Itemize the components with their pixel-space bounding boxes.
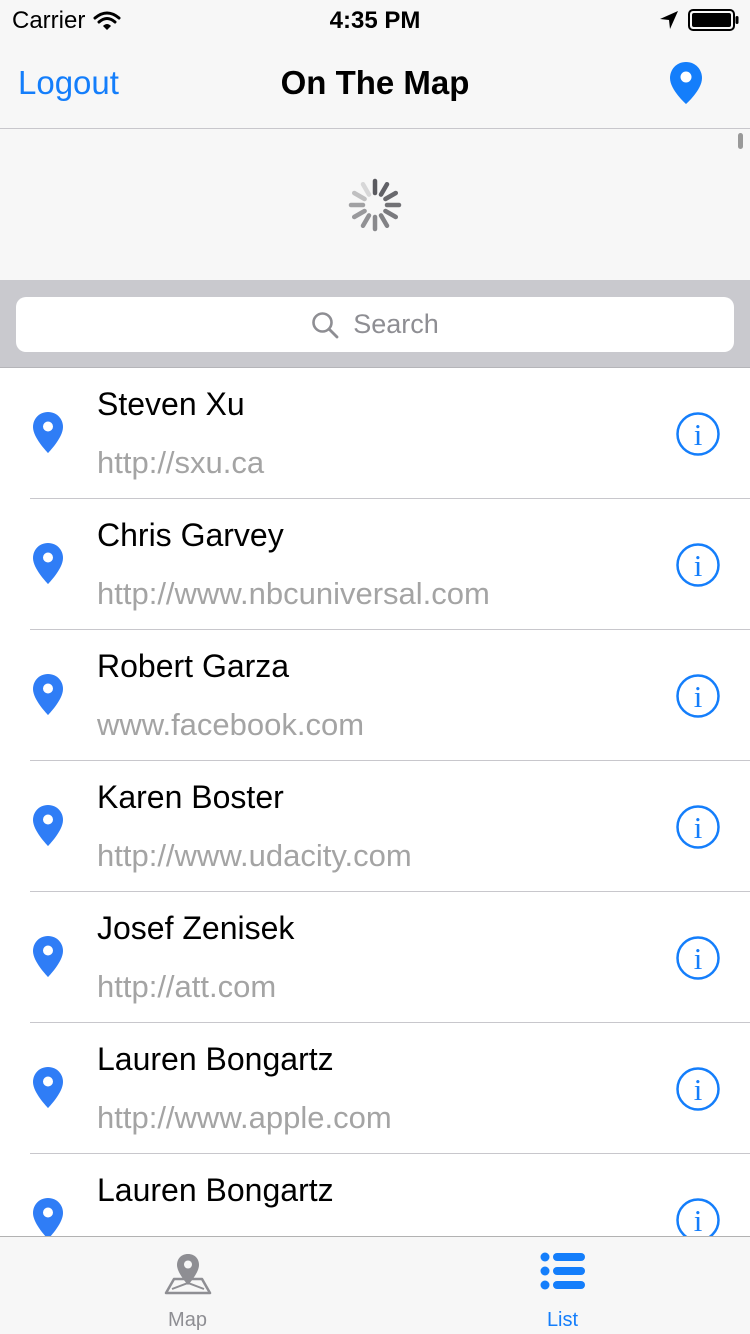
- svg-text:i: i: [694, 810, 703, 845]
- search-icon: [312, 311, 339, 338]
- tab-map-label: Map: [168, 1309, 207, 1331]
- svg-text:i: i: [694, 679, 703, 714]
- student-url: http://www.udacity.com: [97, 838, 412, 873]
- page-title: On The Map: [280, 64, 470, 101]
- tab-list-label: List: [546, 1309, 579, 1331]
- info-icon[interactable]: i: [676, 1067, 720, 1111]
- list-item[interactable]: Lauren Bongartz http://www.apple.com i: [0, 1023, 750, 1154]
- tab-list[interactable]: List: [375, 1237, 750, 1334]
- info-icon[interactable]: i: [676, 543, 720, 587]
- status-bar: Carrier 4:35 PM: [0, 0, 750, 40]
- location-pin-icon: [33, 412, 63, 453]
- student-url: http://www.apple.com: [97, 1100, 392, 1135]
- student-name: Chris Garvey: [97, 517, 284, 553]
- tab-bar: Map List: [0, 1236, 750, 1334]
- svg-text:i: i: [694, 1203, 703, 1236]
- student-name: Josef Zenisek: [97, 910, 295, 946]
- map-icon: [164, 1254, 212, 1295]
- student-url: http://att.com: [97, 969, 277, 1004]
- info-icon[interactable]: i: [676, 805, 720, 849]
- student-name: Robert Garza: [97, 648, 290, 684]
- list-item[interactable]: Lauren Bongartz i: [0, 1154, 750, 1236]
- location-pin-icon: [33, 543, 63, 584]
- search-placeholder: Search: [353, 309, 439, 339]
- list-item[interactable]: Robert Garza www.facebook.com i: [0, 630, 750, 761]
- location-pin-icon: [33, 1198, 63, 1236]
- info-icon[interactable]: i: [676, 1198, 720, 1236]
- info-icon[interactable]: i: [676, 674, 720, 718]
- search-input[interactable]: Search: [16, 297, 734, 352]
- tab-map[interactable]: Map: [0, 1237, 375, 1334]
- info-icon[interactable]: i: [676, 936, 720, 980]
- status-time: 4:35 PM: [329, 7, 421, 34]
- student-name: Karen Boster: [97, 779, 284, 815]
- location-pin-icon: [33, 805, 63, 846]
- svg-text:i: i: [694, 941, 703, 976]
- student-name: Steven Xu: [97, 386, 245, 422]
- refresh-area: [0, 129, 750, 280]
- svg-text:i: i: [694, 417, 703, 452]
- student-name: Lauren Bongartz: [97, 1041, 334, 1077]
- student-url: http://sxu.ca: [97, 445, 265, 480]
- info-icon[interactable]: i: [676, 412, 720, 456]
- svg-text:i: i: [694, 548, 703, 583]
- student-url: www.facebook.com: [97, 707, 365, 742]
- location-pin-icon: [33, 936, 63, 977]
- list-item[interactable]: Steven Xu http://sxu.ca i: [0, 368, 750, 499]
- location-arrow-icon: [660, 11, 678, 29]
- list-item[interactable]: Josef Zenisek http://att.com i: [0, 892, 750, 1023]
- list-icon: [540, 1252, 585, 1290]
- location-pin-icon: [33, 1067, 63, 1108]
- list-item[interactable]: Chris Garvey http://www.nbcuniversal.com…: [0, 499, 750, 630]
- loading-spinner-icon: [348, 178, 402, 232]
- student-name: Lauren Bongartz: [97, 1172, 334, 1208]
- location-pin-icon: [33, 674, 63, 715]
- list-item[interactable]: Karen Boster http://www.udacity.com i: [0, 761, 750, 892]
- search-bar: Search: [0, 280, 750, 368]
- navigation-bar: Logout On The Map: [0, 40, 750, 129]
- scroll-indicator[interactable]: [738, 133, 743, 149]
- student-list[interactable]: Steven Xu http://sxu.ca i Chris Garvey h…: [0, 368, 750, 1236]
- svg-text:i: i: [694, 1072, 703, 1107]
- student-url: http://www.nbcuniversal.com: [97, 576, 490, 611]
- add-location-pin-icon[interactable]: [668, 60, 704, 106]
- battery-icon: [688, 9, 739, 31]
